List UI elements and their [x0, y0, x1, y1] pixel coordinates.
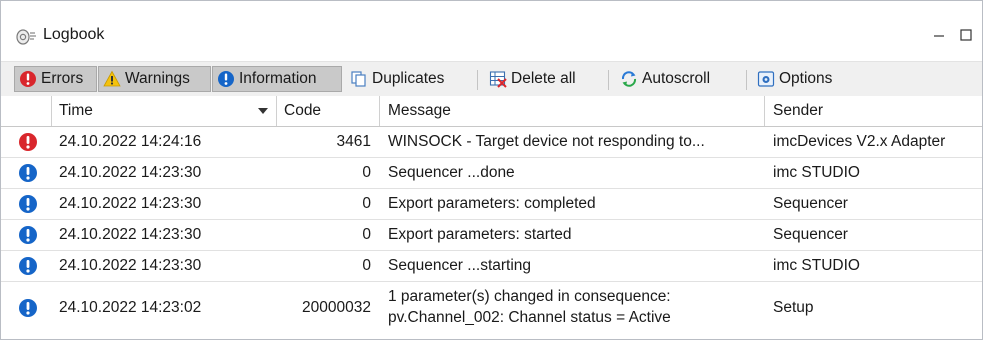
- toolbar: Errors Warnings Information Duplicates D…: [1, 61, 982, 97]
- toolbar-separator: [608, 70, 609, 90]
- time-cell: 24.10.2022 14:24:16: [59, 133, 202, 150]
- logbook-icon: [16, 29, 36, 45]
- column-header-code[interactable]: Code: [284, 96, 364, 126]
- delete-table-icon: [489, 71, 507, 88]
- duplicates-button[interactable]: Duplicates: [346, 66, 468, 92]
- errors-label: Errors: [41, 70, 84, 87]
- toolbar-separator: [746, 70, 747, 90]
- table-row[interactable]: 24.10.2022 14:23:30 0 Export parameters:…: [1, 220, 982, 251]
- info-icon: [218, 71, 234, 87]
- sender-cell: imc STUDIO: [773, 164, 860, 181]
- information-toggle-button[interactable]: Information: [212, 66, 342, 92]
- message-cell: Sequencer ...done: [388, 164, 515, 181]
- information-label: Information: [239, 70, 317, 87]
- message-cell: Export parameters: started: [388, 226, 572, 243]
- warnings-toggle-button[interactable]: Warnings: [98, 66, 211, 92]
- autoscroll-label: Autoscroll: [642, 70, 711, 87]
- window-title: Logbook: [43, 26, 105, 43]
- message-cell: Sequencer ...starting: [388, 257, 532, 274]
- toolbar-separator: [477, 70, 478, 90]
- sender-cell: Setup: [773, 299, 814, 316]
- autoscroll-icon: [621, 71, 637, 87]
- info-icon: [19, 257, 37, 275]
- code-cell: 0: [362, 195, 371, 212]
- sender-cell: imc STUDIO: [773, 257, 860, 274]
- time-cell: 24.10.2022 14:23:30: [59, 164, 202, 181]
- code-cell: 0: [362, 164, 371, 181]
- duplicates-icon: [351, 71, 366, 87]
- code-cell: 20000032: [302, 299, 371, 316]
- table-row[interactable]: 24.10.2022 14:23:30 0 Export parameters:…: [1, 189, 982, 220]
- sender-cell: imcDevices V2.x Adapter: [773, 133, 946, 150]
- minimize-icon[interactable]: [929, 25, 949, 45]
- column-header-time[interactable]: Time: [59, 96, 269, 126]
- warnings-label: Warnings: [125, 70, 190, 87]
- column-header-sender[interactable]: Sender: [773, 96, 973, 126]
- delete-all-button[interactable]: Delete all: [485, 66, 600, 92]
- delete-all-label: Delete all: [511, 70, 576, 87]
- time-cell: 24.10.2022 14:23:30: [59, 257, 202, 274]
- time-cell: 24.10.2022 14:23:30: [59, 195, 202, 212]
- sender-cell: Sequencer: [773, 226, 848, 243]
- time-cell: 24.10.2022 14:23:30: [59, 226, 202, 243]
- errors-toggle-button[interactable]: Errors: [14, 66, 97, 92]
- message-cell: Export parameters: completed: [388, 195, 596, 212]
- table-row[interactable]: 24.10.2022 14:23:30 0 Sequencer ...start…: [1, 251, 982, 282]
- info-icon: [19, 164, 37, 182]
- code-cell: 0: [362, 226, 371, 243]
- table-row[interactable]: 24.10.2022 14:24:16 3461 WINSOCK - Targe…: [1, 127, 982, 158]
- autoscroll-button[interactable]: Autoscroll: [616, 66, 741, 92]
- message-cell-line1: 1 parameter(s) changed in consequence:: [388, 288, 671, 305]
- title-bar: Logbook: [1, 1, 982, 61]
- sort-descending-icon[interactable]: [258, 108, 268, 116]
- error-icon: [19, 133, 37, 151]
- options-icon: [757, 71, 775, 87]
- table-row[interactable]: 24.10.2022 14:23:02 20000032 1 parameter…: [1, 282, 982, 334]
- time-cell: 24.10.2022 14:23:02: [59, 299, 202, 316]
- info-icon: [19, 195, 37, 213]
- options-button[interactable]: Options: [753, 66, 853, 92]
- message-cell: WINSOCK - Target device not responding t…: [388, 133, 705, 150]
- info-icon: [19, 226, 37, 244]
- sender-cell: Sequencer: [773, 195, 848, 212]
- info-icon: [19, 299, 37, 317]
- code-cell: 0: [362, 257, 371, 274]
- table-row[interactable]: 24.10.2022 14:23:30 0 Sequencer ...done …: [1, 158, 982, 189]
- duplicates-label: Duplicates: [372, 70, 445, 87]
- error-icon: [20, 71, 36, 87]
- table-header: Time Code Message Sender: [1, 96, 982, 127]
- options-label: Options: [779, 70, 833, 87]
- message-cell-line2: pv.Channel_002: Channel status = Active: [388, 309, 671, 326]
- warning-icon: [103, 70, 121, 87]
- column-header-message[interactable]: Message: [388, 96, 758, 126]
- maximize-icon[interactable]: [956, 25, 976, 45]
- code-cell: 3461: [336, 133, 371, 150]
- logbook-window: Logbook Errors Warnings Information Dupl…: [0, 0, 983, 340]
